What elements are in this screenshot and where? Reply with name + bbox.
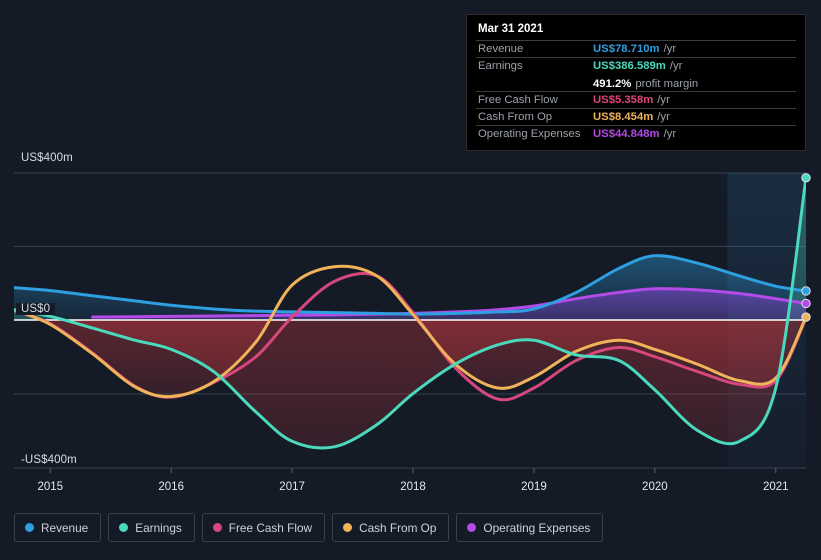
legend-color-dot-icon	[467, 523, 477, 532]
tooltip-row-label: Earnings	[478, 60, 523, 72]
x-axis-tick-label: 2016	[158, 481, 184, 493]
tooltip-row-value: US$44.848m/yr	[593, 128, 677, 140]
legend-item-cash-from-op[interactable]: Cash From Op	[332, 513, 450, 542]
x-axis-tick-label: 2021	[762, 481, 789, 493]
x-axis-ticks	[14, 467, 806, 473]
tooltip-row: Cash From Op US$8.454m/yr	[476, 108, 796, 125]
tooltip-row-unit: /yr	[657, 111, 670, 123]
series-endpoint-marker	[801, 286, 811, 296]
tooltip-rows: Revenue US$78.710m/yr Earnings US$386.589m /…	[476, 40, 796, 142]
chart-legend[interactable]: Revenue Earnings Free Cash Flow Cash From O…	[14, 513, 604, 542]
tooltip-row-label: Revenue	[478, 43, 524, 55]
legend-item-label: Revenue	[41, 520, 89, 535]
financial-chart-widget: US$400m US$0 -US$400m 2015 2016 2017 2018 20…	[0, 0, 821, 560]
tooltip-row-label: Operating Expenses	[478, 128, 581, 140]
tooltip-row: Revenue US$78.710m/yr	[476, 40, 796, 57]
series-endpoint-marker	[801, 298, 811, 309]
x-axis-tick-label: 2015	[37, 481, 64, 493]
tooltip-row-value: US$78.710m/yr	[593, 43, 677, 55]
tooltip-row-unit: /yr	[669, 60, 683, 72]
y-axis-label-bottom: -US$400m	[16, 454, 82, 466]
tooltip-date: Mar 31 2021	[478, 23, 544, 35]
legend-item-revenue[interactable]: Revenue	[14, 513, 102, 542]
legend-color-dot-icon	[25, 523, 34, 532]
tooltip-row-value: US$386.589m/yr	[593, 60, 683, 72]
legend-item-earnings[interactable]: Earnings	[108, 513, 195, 542]
data-tooltip-card: Mar 31 2021 Revenue US$78.710m/yr Earnings…	[466, 14, 806, 151]
legend-color-dot-icon	[119, 523, 129, 532]
series-endpoint-marker	[801, 173, 811, 183]
tooltip-profit-margin-row: 491.2% profit margin	[476, 74, 796, 91]
y-axis-label-zero: US$0	[16, 303, 56, 315]
tooltip-row: Operating Expenses US$44.848m/yr	[476, 125, 796, 142]
legend-item-label: Operating Expenses	[483, 520, 591, 535]
profit-margin-value: 491.2%	[593, 77, 632, 90]
tooltip-row-unit: /yr	[663, 43, 677, 55]
legend-item-label: Cash From Op	[359, 520, 437, 535]
legend-item-label: Free Cash Flow	[228, 520, 313, 535]
tooltip-row: Earnings US$386.589m/yr	[476, 57, 796, 74]
legend-item-label: Earnings	[135, 520, 182, 535]
x-axis-tick-label: 2018	[400, 481, 426, 493]
legend-color-dot-icon	[212, 523, 222, 532]
x-axis-tick-label: 2017	[279, 481, 305, 493]
tooltip-row-value: US$5.358m/yr	[593, 94, 670, 106]
legend-item-operating-expenses[interactable]: Operating Expenses	[456, 513, 604, 542]
series-endpoint-marker	[801, 312, 811, 322]
legend-color-dot-icon	[343, 523, 353, 532]
tooltip-row-label: Cash From Op	[478, 111, 553, 123]
tooltip-row-unit: /yr	[663, 128, 677, 140]
tooltip-row-label: Free Cash Flow	[478, 94, 558, 106]
x-axis-tick-label: 2019	[521, 481, 547, 493]
profit-margin-label: profit margin	[635, 77, 699, 90]
legend-item-free-cash-flow[interactable]: Free Cash Flow	[201, 513, 326, 542]
tooltip-row-unit: /yr	[657, 94, 670, 106]
tooltip-row-value: US$8.454m/yr	[593, 111, 670, 123]
tooltip-row: Free Cash Flow US$5.358m/yr	[476, 91, 796, 108]
y-axis-label-top: US$400m	[16, 152, 78, 164]
x-axis-tick-label: 2020	[642, 481, 668, 493]
